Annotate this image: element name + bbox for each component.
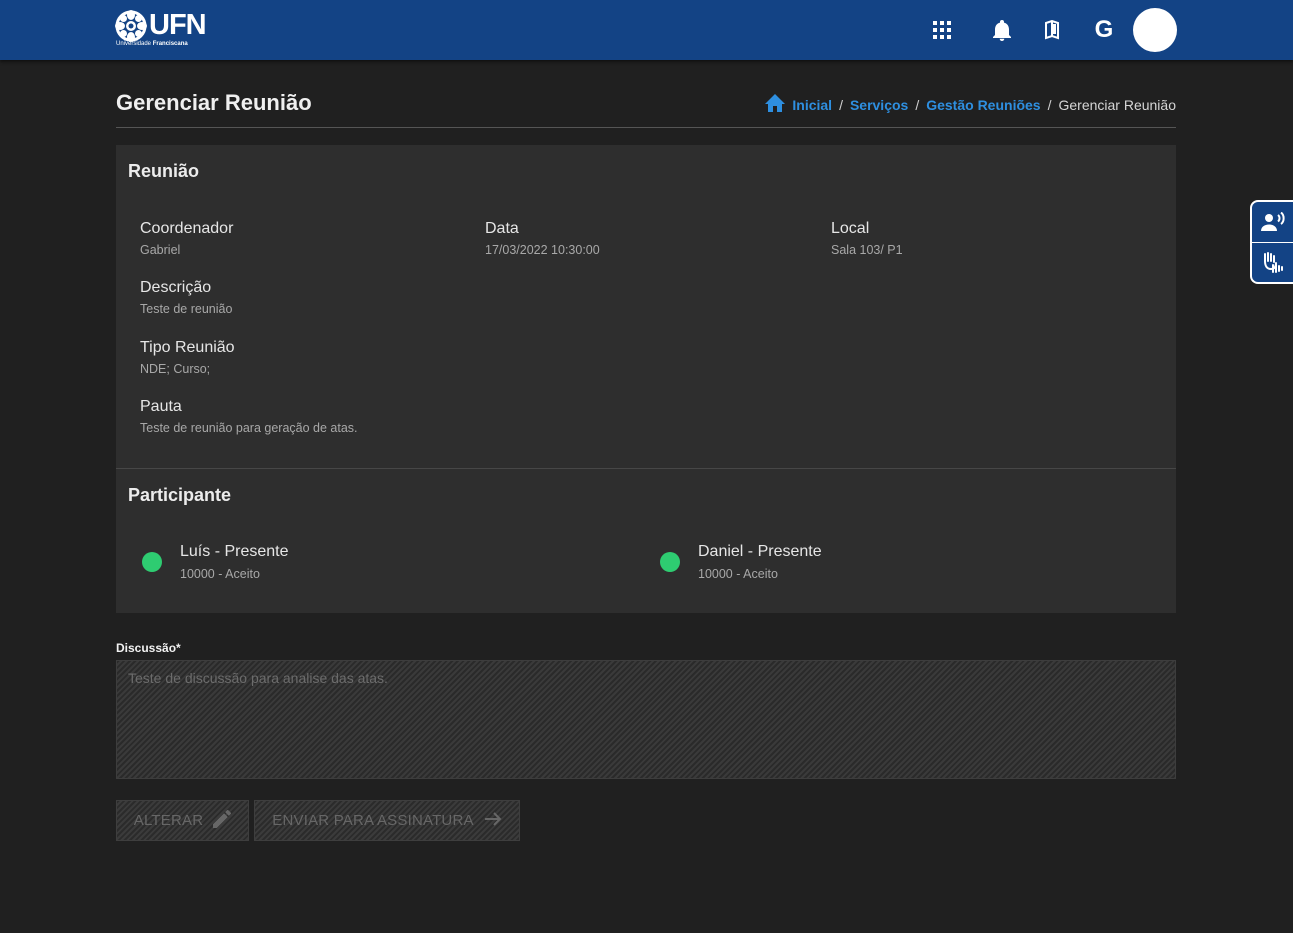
field-label: Tipo Reunião bbox=[140, 339, 235, 356]
participant-name: Daniel - Presente bbox=[698, 543, 822, 560]
field-label: Descrição bbox=[140, 279, 212, 296]
audio-description-icon[interactable] bbox=[1252, 202, 1293, 242]
field-data: Data 17/03/2022 10:30:00 bbox=[485, 220, 600, 257]
apps-grid-icon[interactable] bbox=[930, 18, 954, 42]
home-icon[interactable] bbox=[765, 94, 786, 115]
participant-item: Luís - Presente 10000 - Aceito bbox=[142, 543, 289, 581]
status-dot bbox=[142, 552, 162, 572]
send-for-signature-button[interactable]: ENVIAR PARA ASSINATURA bbox=[254, 800, 520, 841]
top-app-bar: UFN Universidade Franciscana G bbox=[0, 0, 1293, 60]
field-local: Local Sala 103/ P1 bbox=[831, 220, 903, 257]
participant-item: Daniel - Presente 10000 - Aceito bbox=[660, 543, 822, 581]
breadcrumb-separator: / bbox=[1047, 96, 1052, 113]
participant-detail: 10000 - Aceito bbox=[180, 567, 260, 581]
field-label: Data bbox=[485, 220, 519, 237]
accessibility-panel bbox=[1250, 200, 1293, 284]
arrow-right-icon bbox=[484, 810, 502, 832]
participant-name: Luís - Presente bbox=[180, 543, 289, 560]
section-title-reuniao: Reunião bbox=[128, 161, 200, 181]
breadcrumb-separator: / bbox=[915, 96, 920, 113]
pencil-icon bbox=[213, 809, 232, 832]
field-label: Coordenador bbox=[140, 220, 234, 237]
breadcrumb: Inicial / Serviços / Gestão Reuniões / G… bbox=[765, 94, 1176, 115]
field-tipo-reuniao: Tipo Reunião NDE; Curso; bbox=[140, 339, 235, 376]
logo-text: UFN bbox=[149, 9, 207, 41]
breadcrumb-item-gestao-reunioes[interactable]: Gestão Reuniões bbox=[926, 97, 1040, 113]
field-value: Gabriel bbox=[140, 243, 181, 257]
participant-detail: 10000 - Aceito bbox=[698, 567, 778, 581]
field-value: Teste de reunião para geração de atas. bbox=[140, 421, 358, 435]
discussion-label: Discussão* bbox=[116, 641, 181, 655]
field-pauta: Pauta Teste de reunião para geração de a… bbox=[140, 398, 358, 435]
breadcrumb-current: Gerenciar Reunião bbox=[1058, 96, 1176, 113]
breadcrumb-item-servicos[interactable]: Serviços bbox=[850, 97, 908, 113]
sign-language-icon[interactable] bbox=[1252, 243, 1293, 283]
section-divider bbox=[116, 468, 1176, 469]
field-value: NDE; Curso; bbox=[140, 362, 211, 376]
field-label: Local bbox=[831, 220, 870, 237]
field-descricao: Descrição Teste de reunião bbox=[140, 279, 232, 316]
discussion-placeholder: Teste de discussão para analise das atas… bbox=[128, 670, 388, 686]
discussion-textarea[interactable]: Teste de discussão para analise das atas… bbox=[116, 660, 1176, 779]
edit-button-label: ALTERAR bbox=[133, 812, 204, 829]
edit-button[interactable]: ALTERAR bbox=[116, 800, 249, 841]
google-icon[interactable]: G bbox=[1092, 16, 1116, 43]
bell-icon[interactable] bbox=[990, 18, 1014, 42]
logo-subtitle: Universidade Franciscana bbox=[116, 41, 188, 47]
field-value: Sala 103/ P1 bbox=[831, 243, 903, 257]
ufn-logo[interactable]: UFN Universidade Franciscana bbox=[115, 9, 207, 52]
google-letter: G bbox=[1094, 16, 1114, 43]
page-title: Gerenciar Reunião bbox=[116, 90, 312, 115]
breadcrumb-separator: / bbox=[839, 96, 843, 113]
book-icon[interactable] bbox=[1040, 18, 1064, 42]
meeting-card: Reunião Coordenador Gabriel Data 17/03/2… bbox=[116, 145, 1176, 613]
status-dot bbox=[660, 552, 680, 572]
logo-emblem-icon bbox=[115, 10, 147, 42]
avatar[interactable] bbox=[1133, 8, 1177, 52]
field-coordenador: Coordenador Gabriel bbox=[140, 220, 233, 257]
field-label: Pauta bbox=[140, 398, 182, 415]
breadcrumb-item-inicial[interactable]: Inicial bbox=[792, 97, 832, 113]
title-divider bbox=[116, 127, 1176, 128]
field-value: Teste de reunião bbox=[140, 302, 233, 316]
send-button-label: ENVIAR PARA ASSINATURA bbox=[272, 812, 474, 829]
field-value: 17/03/2022 10:30:00 bbox=[485, 243, 600, 257]
section-title-participante: Participante bbox=[128, 485, 232, 505]
